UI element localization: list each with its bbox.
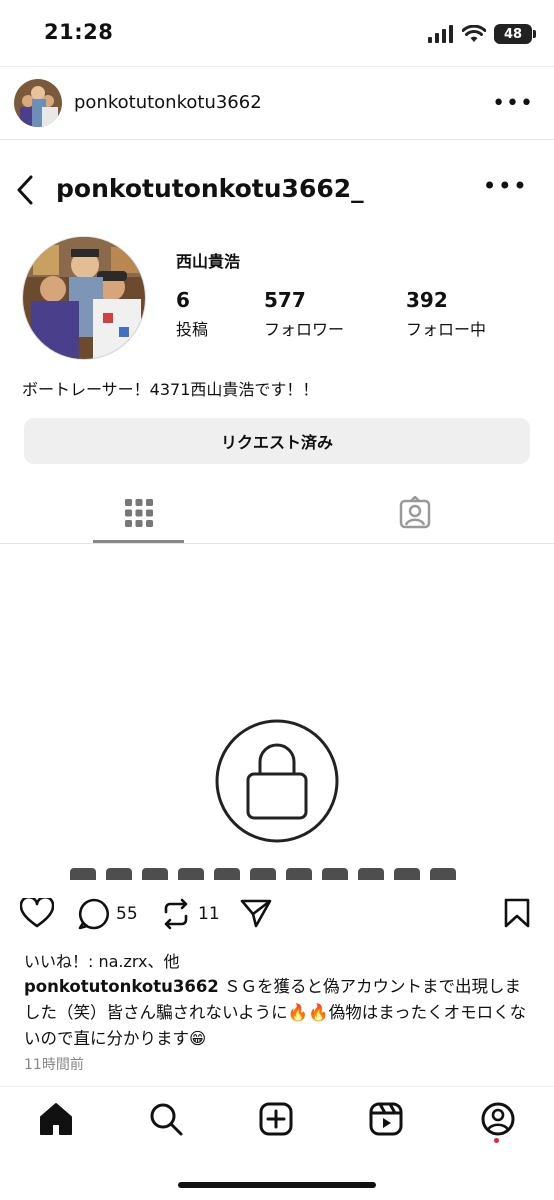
stat-posts-count: 6	[176, 288, 190, 312]
like-button[interactable]	[20, 898, 54, 928]
create-post-icon[interactable]	[258, 1101, 294, 1137]
status-time: 21:28	[44, 20, 114, 44]
post-caption: ponkotutonkotu3662 ＳＧを獲ると偽アカウントまで出現しました（…	[24, 974, 530, 1052]
profile-avatar[interactable]	[22, 236, 146, 360]
heart-icon	[20, 898, 54, 928]
cellular-signal-icon	[428, 25, 453, 43]
stat-followers-label: フォロワー	[264, 320, 345, 339]
repost-button[interactable]: 11	[160, 898, 220, 930]
post-author-username[interactable]: ponkotutonkotu3662	[74, 92, 262, 113]
tagged-person-icon[interactable]	[398, 496, 432, 530]
home-icon[interactable]	[38, 1101, 74, 1137]
send-icon	[240, 899, 272, 928]
cropped-private-text	[70, 868, 490, 880]
repost-icon	[164, 898, 188, 930]
stat-posts[interactable]: 6 投稿	[176, 288, 208, 340]
post-action-bar: 55 11	[0, 892, 554, 936]
comment-count: 55	[116, 904, 138, 924]
grid-icon[interactable]	[124, 498, 154, 528]
post-author-avatar[interactable]	[14, 79, 62, 127]
stat-following[interactable]: 392 フォロー中	[406, 288, 486, 340]
lock-icon	[215, 719, 339, 843]
notification-dot	[494, 1138, 499, 1143]
stat-followers[interactable]: 577 フォロワー	[264, 288, 344, 340]
profile-handle: ponkotutonkotu3662_	[56, 174, 364, 203]
wifi-icon	[462, 25, 486, 42]
stat-posts-label: 投稿	[176, 320, 209, 339]
back-arrow-icon[interactable]	[14, 174, 36, 206]
stat-following-label: フォロー中	[406, 320, 487, 339]
more-horizontal-icon[interactable]: •••	[492, 91, 534, 116]
save-button[interactable]	[504, 898, 530, 928]
battery-indicator: 48	[494, 24, 536, 44]
reels-icon[interactable]	[368, 1101, 404, 1137]
profile-tabs	[0, 490, 554, 544]
profile-nav: ponkotutonkotu3662_ •••	[0, 160, 554, 220]
tab-active-indicator	[93, 540, 184, 543]
profile-display-name: 西山貴浩	[176, 252, 241, 271]
bookmark-icon	[504, 898, 530, 928]
profile-icon[interactable]	[480, 1101, 516, 1137]
comment-button[interactable]: 55	[78, 898, 138, 930]
request-sent-button[interactable]: リクエスト済み	[24, 418, 530, 464]
post-header: ponkotutonkotu3662 •••	[0, 66, 554, 140]
home-indicator	[178, 1182, 376, 1188]
status-icons: 48	[428, 24, 536, 44]
repost-count: 11	[198, 904, 220, 924]
stat-followers-count: 577	[264, 288, 306, 312]
caption-username[interactable]: ponkotutonkotu3662	[24, 977, 219, 996]
stat-following-count: 392	[406, 288, 448, 312]
post-timestamp: 11時間前	[24, 1057, 84, 1073]
status-bar: 21:28 48	[0, 0, 554, 66]
profile-more-icon[interactable]: •••	[483, 172, 528, 200]
share-button[interactable]	[240, 898, 272, 928]
profile-bio: ボートレーサー！4371西山貴浩です！！	[22, 380, 319, 399]
search-icon[interactable]	[148, 1101, 184, 1137]
comment-icon	[78, 898, 110, 930]
likes-summary[interactable]: いいね！: na.zrx、他	[24, 948, 180, 972]
